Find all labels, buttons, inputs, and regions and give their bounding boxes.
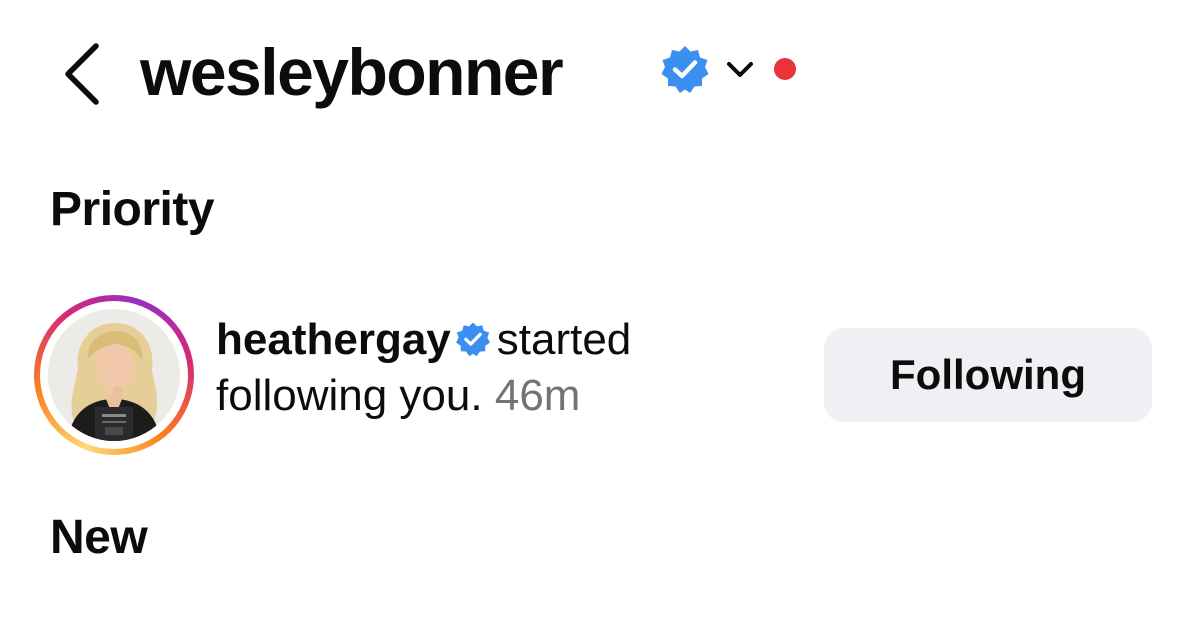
avatar[interactable] — [34, 295, 194, 455]
account-username[interactable]: wesleybonner — [140, 32, 564, 112]
avatar-image — [48, 309, 180, 441]
notification-timestamp: 46m — [494, 371, 581, 420]
following-button[interactable]: Following — [824, 328, 1152, 422]
notification-row[interactable]: heathergay started following you. 46m Fo… — [0, 290, 1200, 465]
profile-photo-icon — [48, 309, 180, 441]
verified-badge-icon — [661, 46, 709, 93]
back-button[interactable] — [58, 38, 108, 108]
section-title-new: New — [50, 511, 148, 564]
chevron-left-icon — [65, 43, 99, 105]
account-switcher-button[interactable] — [724, 56, 756, 82]
chevron-down-icon — [727, 62, 753, 77]
top-bar: wesleybonner — [0, 0, 1200, 150]
notification-username[interactable]: heathergay — [216, 315, 451, 364]
notification-text: heathergay started following you. 46m — [216, 312, 776, 424]
notification-action-text-continued: following you. — [216, 371, 483, 420]
unread-indicator-dot — [774, 58, 796, 80]
verified-badge-icon — [455, 322, 490, 357]
section-title-priority: Priority — [50, 183, 215, 236]
notification-action-text: started — [496, 315, 632, 364]
